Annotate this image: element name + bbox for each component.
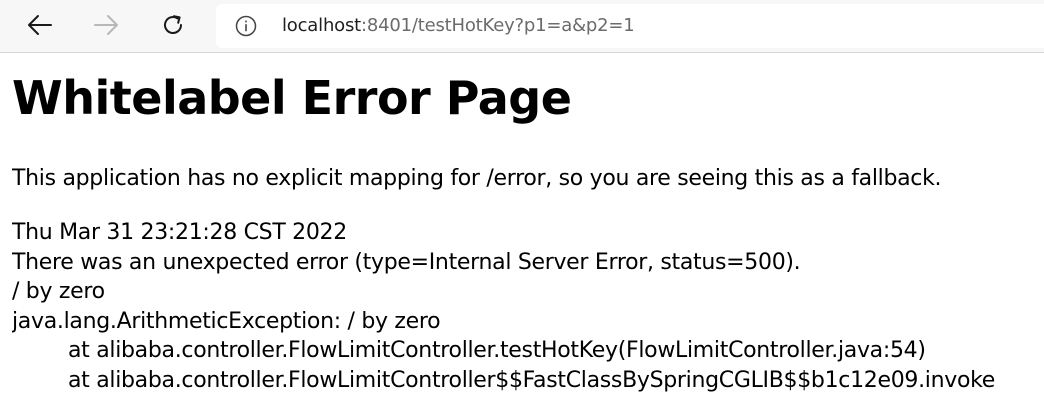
stack-frame: at alibaba.controller.FlowLimitControlle… xyxy=(68,338,926,363)
page-content: Whitelabel Error Page This application h… xyxy=(12,52,1044,407)
address-url[interactable]: localhost:8401/testHotKey?p1=a&p2=1 xyxy=(282,15,635,37)
error-details: Thu Mar 31 23:21:28 CST 2022 There was a… xyxy=(12,218,1044,395)
reload-button[interactable] xyxy=(155,8,191,42)
arrow-left-icon xyxy=(28,15,52,35)
address-bar[interactable]: localhost:8401/testHotKey?p1=a&p2=1 xyxy=(216,4,1044,48)
info-icon[interactable] xyxy=(235,15,257,37)
fallback-message: This application has no explicit mapping… xyxy=(12,166,942,191)
exception-line: java.lang.ArithmeticException: / by zero xyxy=(12,308,441,334)
reload-icon xyxy=(164,15,182,34)
url-path: :8401/testHotKey?p1=a&p2=1 xyxy=(361,15,635,36)
browser-toolbar: localhost:8401/testHotKey?p1=a&p2=1 xyxy=(0,0,1044,53)
arrow-right-icon xyxy=(94,15,118,35)
forward-button[interactable] xyxy=(88,8,124,42)
error-summary: There was an unexpected error (type=Inte… xyxy=(12,249,801,275)
url-host: localhost xyxy=(282,15,361,36)
page-title: Whitelabel Error Page xyxy=(12,71,572,125)
back-button[interactable] xyxy=(22,8,58,42)
error-message: / by zero xyxy=(12,279,105,304)
error-timestamp: Thu Mar 31 23:21:28 CST 2022 xyxy=(12,220,347,245)
stack-frame: at alibaba.controller.FlowLimitControlle… xyxy=(68,367,996,393)
